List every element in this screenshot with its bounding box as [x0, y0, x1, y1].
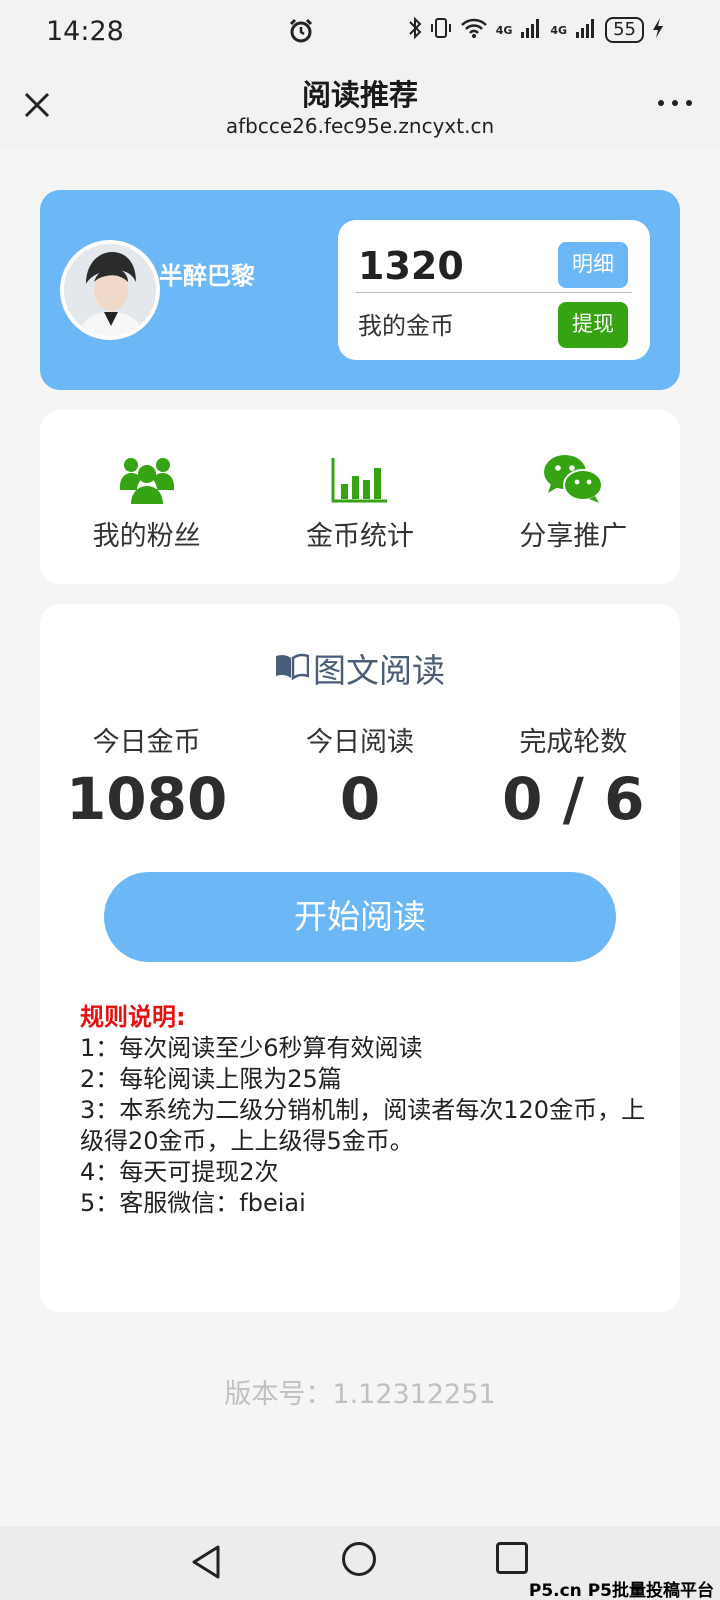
bluetooth-icon	[408, 16, 422, 44]
wechat-icon	[467, 450, 680, 504]
book-icon	[275, 649, 310, 688]
title-bar: 阅读推荐 afbcce26.fec95e.zncyxt.cn	[0, 64, 720, 150]
wifi-icon	[460, 17, 488, 43]
rules-title: 规则说明:	[80, 1003, 186, 1031]
stat-rounds: 完成轮数 0 / 6	[467, 720, 680, 833]
avatar[interactable]	[60, 240, 160, 340]
menu-item-coin-stats[interactable]: 金币统计	[253, 410, 466, 584]
detail-button[interactable]: 明细	[558, 242, 628, 288]
menu-label-share: 分享推广	[519, 521, 628, 552]
rule-item: 4：每天可提现2次	[80, 1158, 279, 1186]
coin-label: 我的金币	[358, 312, 454, 340]
reading-card: 图文阅读 今日金币 1080 今日阅读 0 完成轮数 0 / 6 开始阅读 规则…	[40, 604, 680, 1312]
rule-item: 3：本系统为二级分销机制，阅读者每次120金币，上级得20金币，上上级得5金币。	[80, 1096, 646, 1155]
stat-today-reads: 今日阅读 0	[253, 720, 466, 833]
rule-item: 2：每轮阅读上限为25篇	[80, 1065, 342, 1093]
stat-label: 完成轮数	[519, 727, 628, 758]
rules-section: 规则说明: 1：每次阅读至少6秒算有效阅读 2：每轮阅读上限为25篇 3：本系统…	[80, 1002, 650, 1219]
battery-level: 55	[605, 17, 644, 43]
signal-icon-2	[575, 17, 597, 43]
status-bar: 14:28 4G 4G 55	[0, 0, 720, 64]
recent-apps-icon[interactable]	[496, 1542, 528, 1574]
coin-box: 1320 我的金币 明细 提现	[338, 220, 650, 360]
nickname: 半醉巴黎	[159, 262, 255, 290]
version-label: 版本号：1.12312251	[224, 1379, 496, 1410]
profile-card: 半醉巴黎 1320 我的金币 明细 提现	[40, 190, 680, 390]
menu-label-fans: 我的粉丝	[92, 521, 201, 552]
page-url: afbcce26.fec95e.zncyxt.cn	[225, 114, 495, 138]
reading-title: 图文阅读	[40, 644, 680, 692]
menu-item-fans[interactable]: 我的粉丝	[40, 410, 253, 584]
network-type-2: 4G	[550, 23, 568, 37]
status-time: 14:28	[46, 16, 124, 47]
divider	[356, 292, 632, 293]
network-type-1: 4G	[495, 23, 513, 37]
watermark: P5.cn P5批量投稿平台	[528, 1581, 714, 1600]
users-icon	[40, 450, 253, 504]
quick-menu: 我的粉丝 金币统计 分享推广	[40, 410, 680, 584]
bar-chart-icon	[253, 450, 466, 504]
stat-value: 1080	[65, 765, 228, 833]
page-title: 阅读推荐	[301, 78, 418, 112]
rule-item: 1：每次阅读至少6秒算有效阅读	[80, 1034, 423, 1062]
menu-item-share[interactable]: 分享推广	[467, 410, 680, 584]
rule-item: 5：客服微信：fbeiai	[80, 1189, 306, 1217]
status-icons: 4G 4G 55	[408, 16, 664, 44]
reading-title-text: 图文阅读	[313, 651, 445, 690]
back-icon[interactable]	[190, 1544, 222, 1584]
stat-label: 今日金币	[92, 727, 201, 758]
signal-icon-1	[520, 17, 542, 43]
menu-label-coin-stats: 金币统计	[305, 521, 414, 552]
stat-today-coins: 今日金币 1080	[40, 720, 253, 833]
stat-value: 0 / 6	[502, 765, 645, 833]
vibrate-icon	[430, 16, 452, 44]
stat-value: 0	[339, 765, 381, 833]
charging-icon	[652, 17, 664, 43]
stat-label: 今日阅读	[305, 727, 414, 758]
withdraw-button[interactable]: 提现	[558, 302, 628, 348]
more-options-icon[interactable]	[658, 100, 692, 106]
coin-balance: 1320	[358, 244, 464, 288]
start-reading-button[interactable]: 开始阅读	[104, 872, 616, 962]
reading-stats: 今日金币 1080 今日阅读 0 完成轮数 0 / 6	[40, 720, 680, 833]
alarm-icon	[288, 18, 314, 48]
home-icon[interactable]	[342, 1542, 376, 1576]
